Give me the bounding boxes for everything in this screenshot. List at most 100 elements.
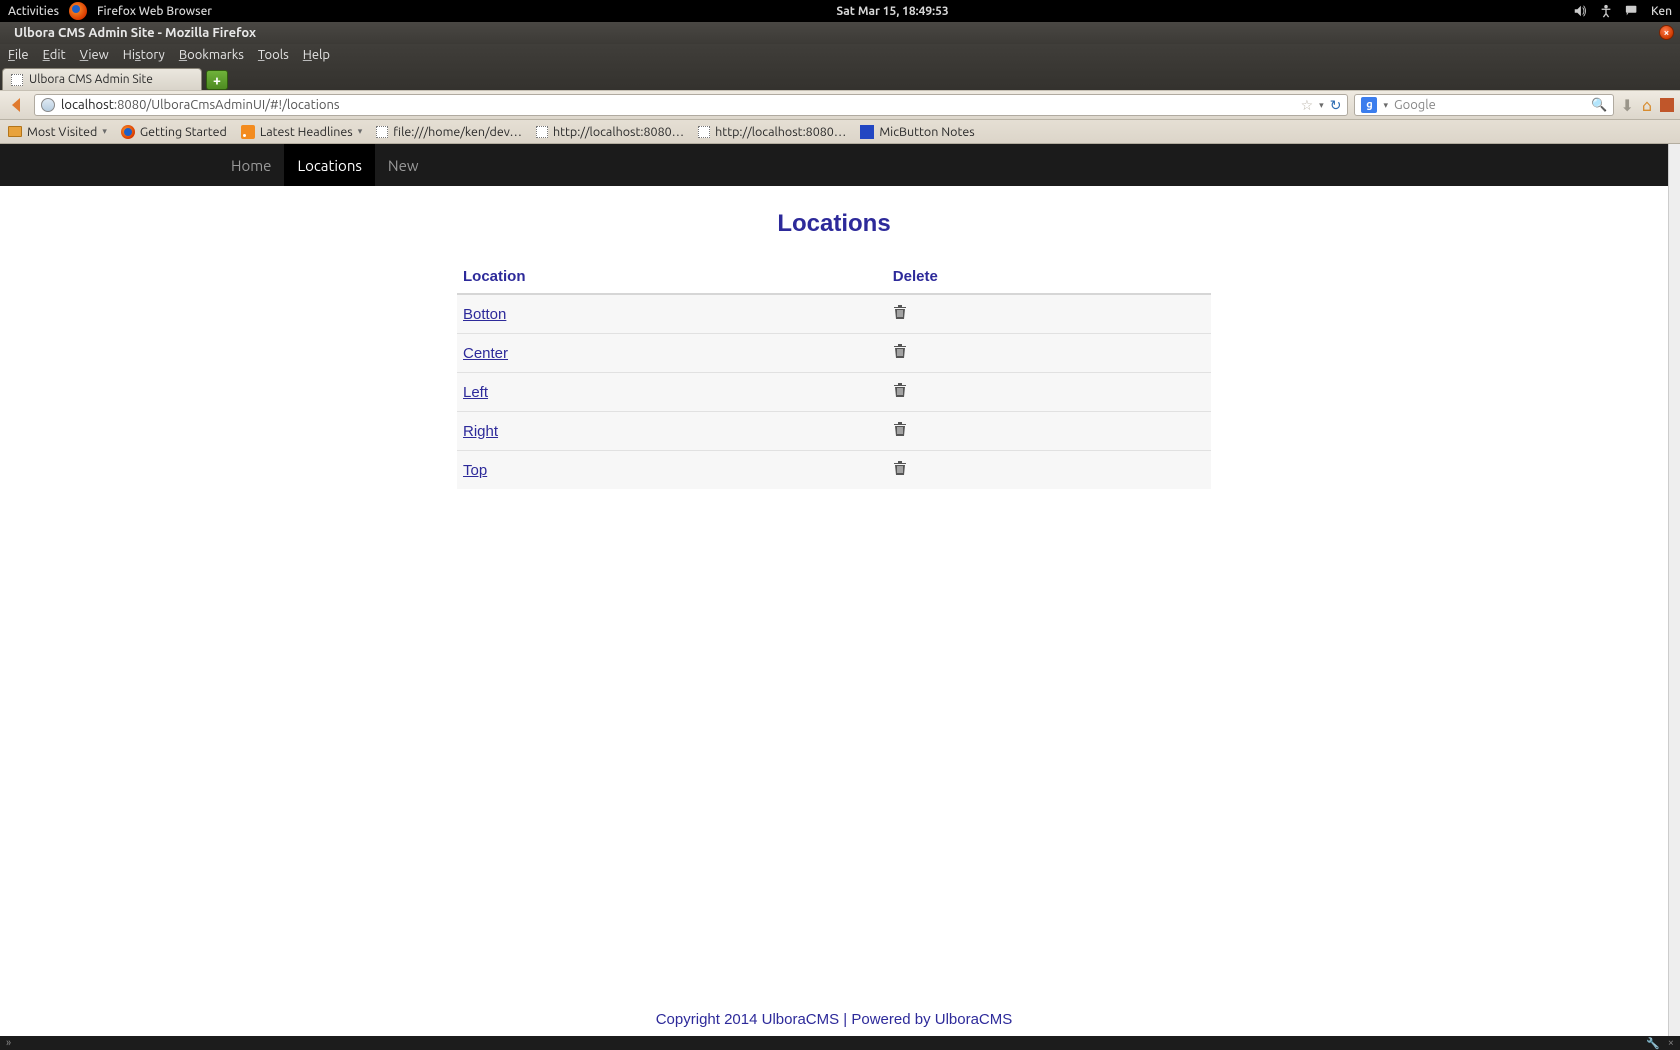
firefox-icon (121, 125, 135, 139)
url-text: localhost:8080/UlboraCmsAdminUI/#!/locat… (61, 98, 340, 112)
col-header-delete: Delete (887, 260, 1211, 294)
page-icon (376, 126, 388, 138)
location-link[interactable]: Center (463, 345, 508, 362)
menu-help[interactable]: Help (303, 48, 330, 62)
vertical-scrollbar[interactable] (1668, 144, 1680, 1036)
page-icon (698, 126, 710, 138)
wrench-icon[interactable]: 🔧 (1646, 1037, 1660, 1050)
gnome-bottom-panel: » 🔧 × (0, 1036, 1680, 1050)
volume-icon[interactable] (1573, 4, 1587, 18)
bookmark-label: http://localhost:8080… (715, 125, 846, 139)
accessibility-icon[interactable] (1599, 4, 1613, 18)
addon-button[interactable] (1660, 98, 1674, 112)
folder-icon (8, 126, 22, 137)
url-bar[interactable]: localhost:8080/UlboraCmsAdminUI/#!/locat… (34, 94, 1348, 116)
search-engine-dropdown-icon[interactable]: ▾ (1383, 100, 1388, 111)
note-icon (860, 125, 874, 139)
rss-icon (241, 125, 255, 139)
trash-icon (893, 421, 907, 437)
col-header-location: Location (457, 260, 887, 294)
firefox-icon[interactable] (69, 2, 87, 20)
downloads-button[interactable]: ⬇ (1620, 96, 1633, 115)
delete-button[interactable] (893, 460, 907, 476)
search-bar[interactable]: g ▾ Google 🔍 (1354, 94, 1614, 116)
search-placeholder: Google (1394, 98, 1436, 112)
bookmark-label: Latest Headlines (260, 125, 353, 139)
page-icon (11, 74, 23, 86)
bookmark-most-visited[interactable]: Most Visited ▾ (8, 125, 107, 139)
menu-view[interactable]: View (80, 48, 109, 62)
bookmark-label: file:///home/ken/dev… (393, 125, 522, 139)
page-footer: Copyright 2014 UlboraCMS | Powered by Ul… (0, 1003, 1668, 1036)
chat-icon[interactable] (1625, 4, 1639, 18)
bookmark-micbutton-notes[interactable]: MicButton Notes (860, 125, 974, 139)
bookmark-label: Getting Started (140, 125, 227, 139)
location-link[interactable]: Left (463, 384, 488, 401)
delete-button[interactable] (893, 382, 907, 398)
browser-tab[interactable]: Ulbora CMS Admin Site (2, 68, 202, 90)
reload-button[interactable]: ↻ (1330, 97, 1342, 114)
nav-home[interactable]: Home (218, 144, 284, 186)
chevron-down-icon: ▾ (102, 126, 107, 137)
gnome-top-panel: Activities Firefox Web Browser Sat Mar 1… (0, 0, 1680, 22)
panel-close-icon[interactable]: × (1668, 1037, 1674, 1050)
nav-new[interactable]: New (375, 144, 432, 186)
location-link[interactable]: Right (463, 423, 498, 440)
page-viewport: Home Locations New Locations Location De… (0, 144, 1668, 1036)
table-row: Top (457, 451, 1211, 490)
menu-file[interactable]: File (8, 48, 29, 62)
new-tab-button[interactable]: + (206, 70, 228, 90)
table-row: Left (457, 373, 1211, 412)
table-row: Right (457, 412, 1211, 451)
bookmark-label: http://localhost:8080… (553, 125, 684, 139)
bookmark-file-link[interactable]: file:///home/ken/dev… (376, 125, 522, 139)
nav-locations[interactable]: Locations (284, 144, 374, 186)
locations-table: Location Delete Botton Center Left Right Top (457, 260, 1211, 489)
location-link[interactable]: Botton (463, 306, 506, 323)
current-app-label[interactable]: Firefox Web Browser (97, 5, 212, 18)
bookmarks-toolbar: Most Visited ▾ Getting Started Latest He… (0, 120, 1680, 144)
menu-bookmarks[interactable]: Bookmarks (179, 48, 244, 62)
menu-tools[interactable]: Tools (258, 48, 289, 62)
trash-icon (893, 304, 907, 320)
table-row: Botton (457, 294, 1211, 334)
user-menu[interactable]: Ken (1651, 5, 1672, 18)
trash-icon (893, 343, 907, 359)
bookmark-localhost-1[interactable]: http://localhost:8080… (536, 125, 684, 139)
clock[interactable]: Sat Mar 15, 18:49:53 (212, 5, 1573, 18)
tab-strip: Ulbora CMS Admin Site + (0, 66, 1680, 90)
bookmark-latest-headlines[interactable]: Latest Headlines ▾ (241, 125, 362, 139)
trash-icon (893, 382, 907, 398)
site-identity-icon[interactable] (41, 98, 55, 112)
window-title: Ulbora CMS Admin Site - Mozilla Firefox (14, 26, 256, 40)
trash-icon (893, 460, 907, 476)
tab-title: Ulbora CMS Admin Site (29, 73, 153, 86)
navigation-toolbar: localhost:8080/UlboraCmsAdminUI/#!/locat… (0, 90, 1680, 120)
bookmark-localhost-2[interactable]: http://localhost:8080… (698, 125, 846, 139)
delete-button[interactable] (893, 343, 907, 359)
window-titlebar: Ulbora CMS Admin Site - Mozilla Firefox … (0, 22, 1680, 44)
panel-expand-icon[interactable]: » (6, 1037, 11, 1049)
location-link[interactable]: Top (463, 462, 487, 479)
chevron-down-icon: ▾ (358, 126, 363, 137)
menu-history[interactable]: History (123, 48, 165, 62)
delete-button[interactable] (893, 421, 907, 437)
page-icon (536, 126, 548, 138)
app-navbar: Home Locations New (0, 144, 1668, 186)
firefox-menubar: File Edit View History Bookmarks Tools H… (0, 44, 1680, 66)
bookmark-star-icon[interactable]: ☆ (1301, 97, 1314, 114)
activities-button[interactable]: Activities (8, 5, 59, 18)
back-button[interactable] (6, 94, 28, 116)
menu-edit[interactable]: Edit (43, 48, 66, 62)
table-row: Center (457, 334, 1211, 373)
search-go-icon[interactable]: 🔍 (1591, 98, 1607, 113)
url-history-dropdown-icon[interactable]: ▾ (1319, 100, 1324, 111)
bookmark-getting-started[interactable]: Getting Started (121, 125, 227, 139)
window-close-button[interactable]: × (1659, 25, 1674, 40)
home-button[interactable]: ⌂ (1642, 96, 1652, 115)
bookmark-label: Most Visited (27, 125, 97, 139)
google-engine-icon[interactable]: g (1361, 97, 1377, 113)
page-title: Locations (0, 210, 1668, 238)
delete-button[interactable] (893, 304, 907, 320)
bookmark-label: MicButton Notes (879, 125, 974, 139)
